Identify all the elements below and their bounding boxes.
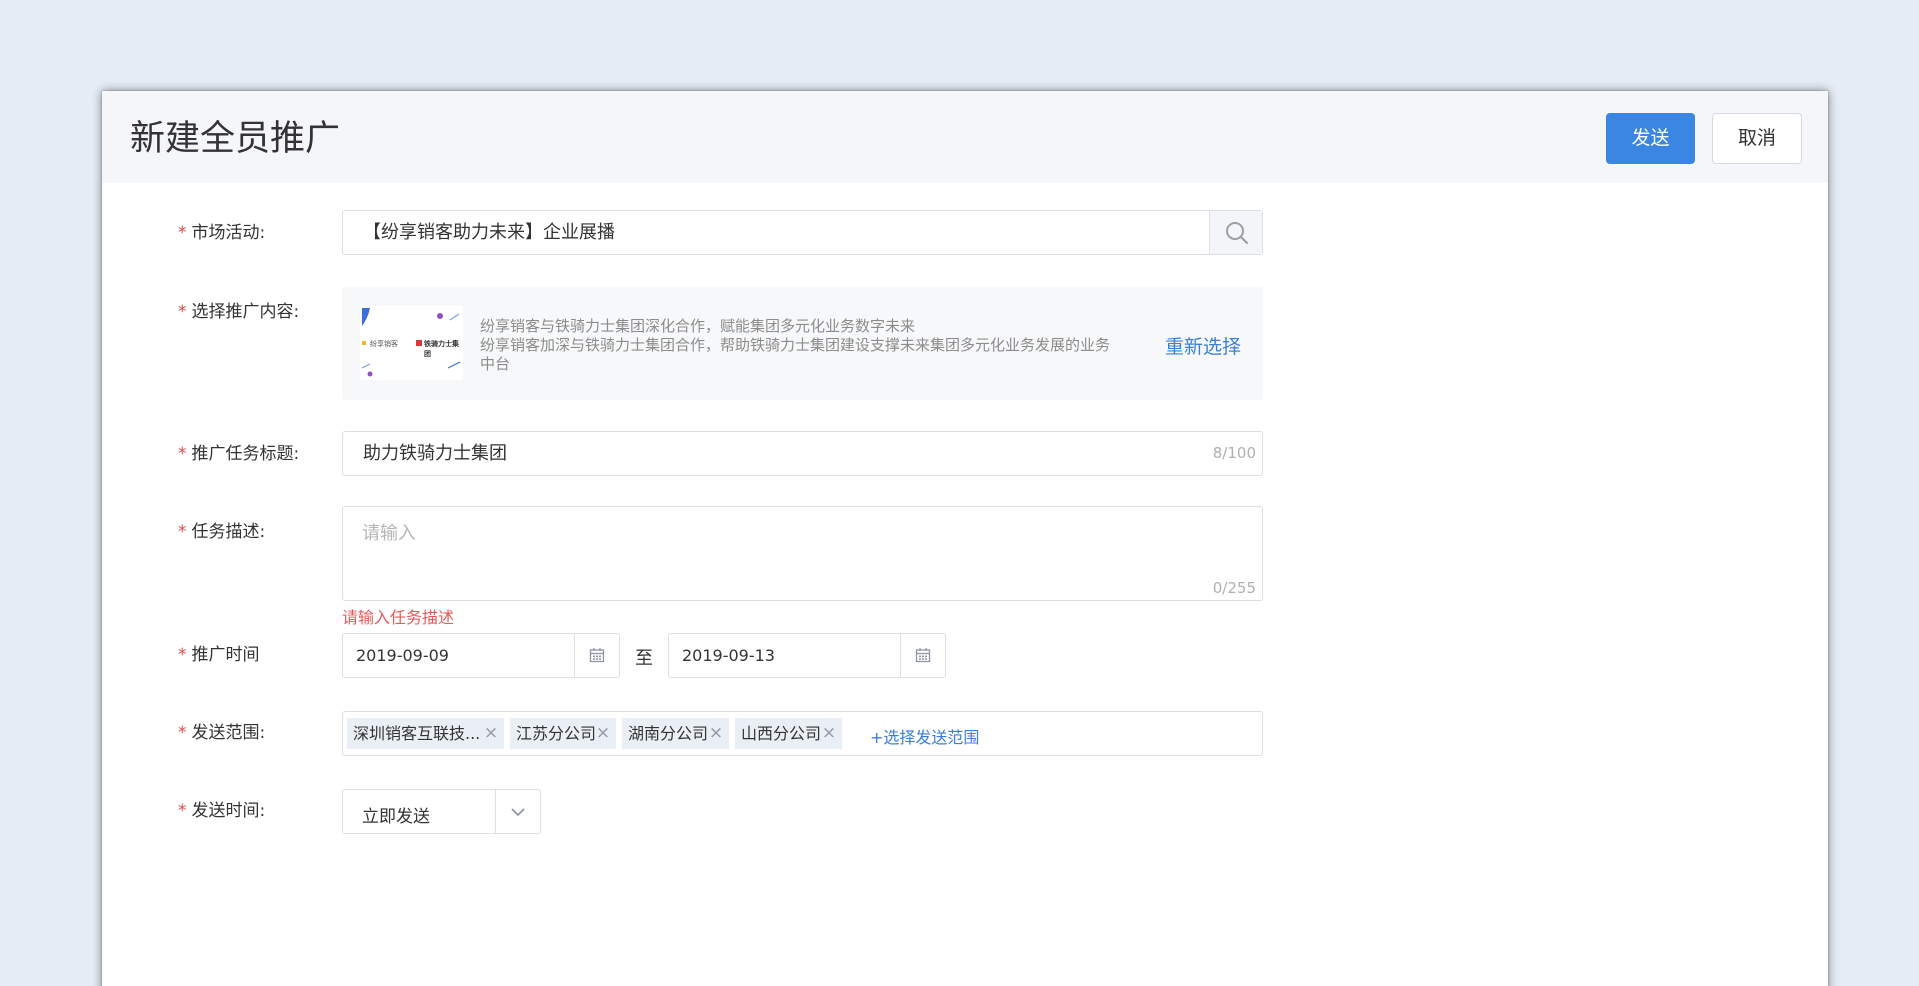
task-desc-textarea[interactable]: 请输入 0/255 xyxy=(342,506,1263,601)
task-title-label: * 推广任务标题: xyxy=(178,444,300,464)
thumbnail-logo-left: 纷享销客 xyxy=(370,340,398,348)
add-scope-link[interactable]: +选择发送范围 xyxy=(870,724,979,748)
campaign-value: 【纷享销客助力未来】企业展播 xyxy=(363,222,615,243)
scope-tag-label: 湖南分公司 xyxy=(628,724,709,743)
dialog-header: 新建全员推广 发送 取消 xyxy=(102,91,1828,183)
scope-tag-label: 深圳销客互联技... xyxy=(353,724,481,743)
content-thumbnail: 纷享销客 铁骑力士集团 xyxy=(360,306,463,380)
search-button[interactable] xyxy=(1209,211,1262,254)
content-card: 纷享销客 铁骑力士集团 纷享销客与铁骑力士集团深化合作，赋能集团多元化业务数字未… xyxy=(342,287,1263,400)
cancel-button[interactable]: 取消 xyxy=(1712,113,1802,164)
start-date-calendar-button[interactable] xyxy=(574,634,619,677)
task-title-value: 助力铁骑力士集团 xyxy=(363,443,507,464)
required-mark: * xyxy=(178,302,187,322)
scope-tag: 深圳销客互联技... × xyxy=(347,718,504,749)
scope-tag: 山西分公司 × xyxy=(735,718,842,749)
close-icon[interactable]: × xyxy=(481,718,501,749)
task-desc-error: 请输入任务描述 xyxy=(342,608,455,627)
calendar-icon xyxy=(915,648,931,663)
end-date-value: 2019-09-13 xyxy=(682,646,775,665)
date-range-separator: 至 xyxy=(635,648,653,669)
required-mark: * xyxy=(178,223,187,243)
thumbnail-logo-right: 铁骑力士集团 xyxy=(424,340,459,358)
send-time-dropdown-button[interactable] xyxy=(495,790,540,833)
calendar-icon xyxy=(589,648,605,663)
close-icon[interactable]: × xyxy=(819,718,839,749)
scope-tag-label: 山西分公司 xyxy=(741,724,822,743)
send-time-select[interactable]: 立即发送 xyxy=(342,789,541,834)
task-title-field[interactable]: 助力铁骑力士集团 8/100 xyxy=(342,431,1263,476)
end-date-picker[interactable]: 2019-09-13 xyxy=(668,633,946,678)
scope-label: * 发送范围: xyxy=(178,723,266,743)
task-title-counter: 8/100 xyxy=(1212,444,1256,462)
required-mark: * xyxy=(178,645,187,665)
task-desc-placeholder: 请输入 xyxy=(362,523,416,544)
promo-time-label: * 推广时间 xyxy=(178,645,260,665)
start-date-picker[interactable]: 2019-09-09 xyxy=(342,633,620,678)
send-time-label: * 发送时间: xyxy=(178,801,266,821)
required-mark: * xyxy=(178,522,187,542)
send-button[interactable]: 发送 xyxy=(1606,113,1695,164)
scope-tag: 湖南分公司 × xyxy=(622,718,729,749)
task-desc-label: * 任务描述: xyxy=(178,522,266,542)
campaign-field[interactable]: 【纷享销客助力未来】企业展播 xyxy=(342,210,1263,255)
scope-field[interactable]: 深圳销客互联技... × 江苏分公司 × 湖南分公司 × 山西分公司 × +选择… xyxy=(342,711,1263,756)
campaign-label: * 市场活动: xyxy=(178,223,266,243)
close-icon[interactable]: × xyxy=(706,718,726,749)
scope-tag-label: 江苏分公司 xyxy=(516,724,597,743)
dialog-title: 新建全员推广 xyxy=(130,119,341,159)
send-time-value: 立即发送 xyxy=(362,807,430,827)
reselect-link[interactable]: 重新选择 xyxy=(1165,332,1241,359)
required-mark: * xyxy=(178,723,187,743)
content-title-line: 纷享销客与铁骑力士集团深化合作，赋能集团多元化业务数字未来 xyxy=(480,317,916,335)
required-mark: * xyxy=(178,444,187,464)
content-label: * 选择推广内容: xyxy=(178,302,300,322)
content-desc-line-2: 中台 xyxy=(480,355,511,373)
scope-tag: 江苏分公司 × xyxy=(510,718,616,749)
content-desc-line: 纷享销客加深与铁骑力士集团合作，帮助铁骑力士集团建设支撑未来集团多元化业务发展的… xyxy=(480,336,1111,354)
start-date-value: 2019-09-09 xyxy=(356,646,449,665)
chevron-down-icon xyxy=(511,808,525,817)
search-icon xyxy=(1226,222,1249,245)
required-mark: * xyxy=(178,801,187,821)
end-date-calendar-button[interactable] xyxy=(900,634,945,677)
close-icon[interactable]: × xyxy=(593,718,613,749)
task-desc-counter: 0/255 xyxy=(1212,579,1256,597)
new-promotion-dialog: 新建全员推广 发送 取消 * 市场活动: 【纷享销客助力未来】企业展播 * 选择推广… xyxy=(102,91,1828,986)
